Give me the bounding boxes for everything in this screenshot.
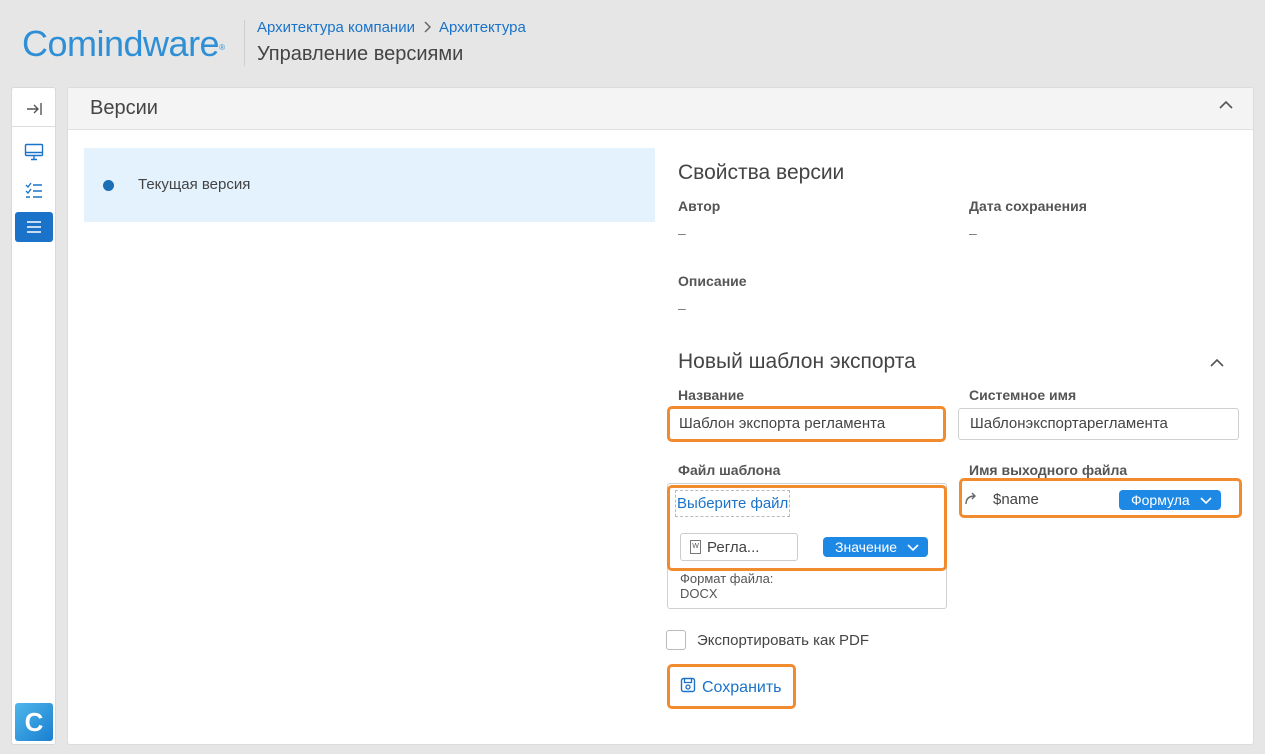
page-title: Управление версиями <box>257 43 464 65</box>
breadcrumb-item-architecture[interactable]: Архитектура <box>439 19 526 36</box>
version-dot-icon <box>103 180 114 191</box>
chevron-down-icon <box>1200 492 1212 508</box>
author-label: Автор <box>678 198 721 214</box>
save-button[interactable]: Сохранить <box>680 677 782 698</box>
save-icon <box>680 677 696 698</box>
name-label: Название <box>678 387 745 403</box>
save-label: Сохранить <box>702 678 782 696</box>
formula-share-icon <box>964 492 980 511</box>
file-name: Регла... <box>707 538 760 556</box>
rail-divider <box>12 126 55 127</box>
chevron-right-icon <box>423 20 432 36</box>
system-name-input[interactable]: Шаблонэкспортарегламента <box>958 408 1239 440</box>
app-logo-icon[interactable]: C <box>15 703 53 741</box>
panel-title: Версии <box>90 97 158 119</box>
description-value: – <box>678 300 686 316</box>
chevron-up-icon[interactable] <box>1210 356 1224 375</box>
file-chip[interactable]: W Регла... <box>680 533 798 561</box>
version-list-item[interactable]: Текущая версия <box>84 148 655 222</box>
file-format-value: DOCX <box>680 586 718 601</box>
comindware-logo: Comindware® <box>22 23 225 64</box>
export-pdf-label[interactable]: Экспортировать как PDF <box>697 632 869 649</box>
collapse-sidebar-icon[interactable] <box>15 94 53 124</box>
export-pdf-checkbox[interactable] <box>666 630 686 650</box>
name-input[interactable]: Шаблон экспорта регламента <box>667 408 946 440</box>
file-template-label: Файл шаблона <box>678 462 781 478</box>
breadcrumb: Архитектура компании Архитектура <box>257 19 526 36</box>
header-divider <box>244 20 245 66</box>
output-file-value: $name <box>993 491 1039 508</box>
chevron-down-icon <box>907 539 919 555</box>
panel-header: Версии <box>68 88 1253 130</box>
word-document-icon: W <box>690 540 701 554</box>
left-rail: C <box>11 87 56 745</box>
versions-panel: Версии Текущая версия Свойства версии Ав… <box>67 87 1254 745</box>
export-template-title: Новый шаблон экспорта <box>678 350 916 373</box>
desktop-icon[interactable] <box>15 137 53 167</box>
chevron-up-icon[interactable] <box>1219 98 1233 117</box>
system-name-label: Системное имя <box>969 387 1077 403</box>
output-file-label: Имя выходного файла <box>969 462 1128 478</box>
output-mode-dropdown[interactable]: Формула <box>1119 490 1221 510</box>
output-mode-label: Формула <box>1131 492 1190 508</box>
version-label: Текущая версия <box>138 176 251 193</box>
file-mode-dropdown[interactable]: Значение <box>823 537 929 557</box>
author-value: – <box>678 225 686 241</box>
saved-date-label: Дата сохранения <box>969 198 1087 214</box>
file-mode-label: Значение <box>835 539 898 555</box>
file-template-box: Выберите файл W Регла... Значение Формат… <box>667 483 947 609</box>
file-format-label: Формат файла: <box>680 571 774 586</box>
list-icon[interactable] <box>15 212 53 242</box>
version-properties-title: Свойства версии <box>678 161 845 184</box>
breadcrumb-item-company-architecture[interactable]: Архитектура компании <box>257 19 415 36</box>
choose-file-button[interactable]: Выберите файл <box>675 490 791 517</box>
checklist-icon[interactable] <box>15 176 53 206</box>
saved-date-value: – <box>969 225 977 241</box>
description-label: Описание <box>678 273 747 289</box>
file-format-info: Формат файла: DOCX <box>680 571 773 601</box>
